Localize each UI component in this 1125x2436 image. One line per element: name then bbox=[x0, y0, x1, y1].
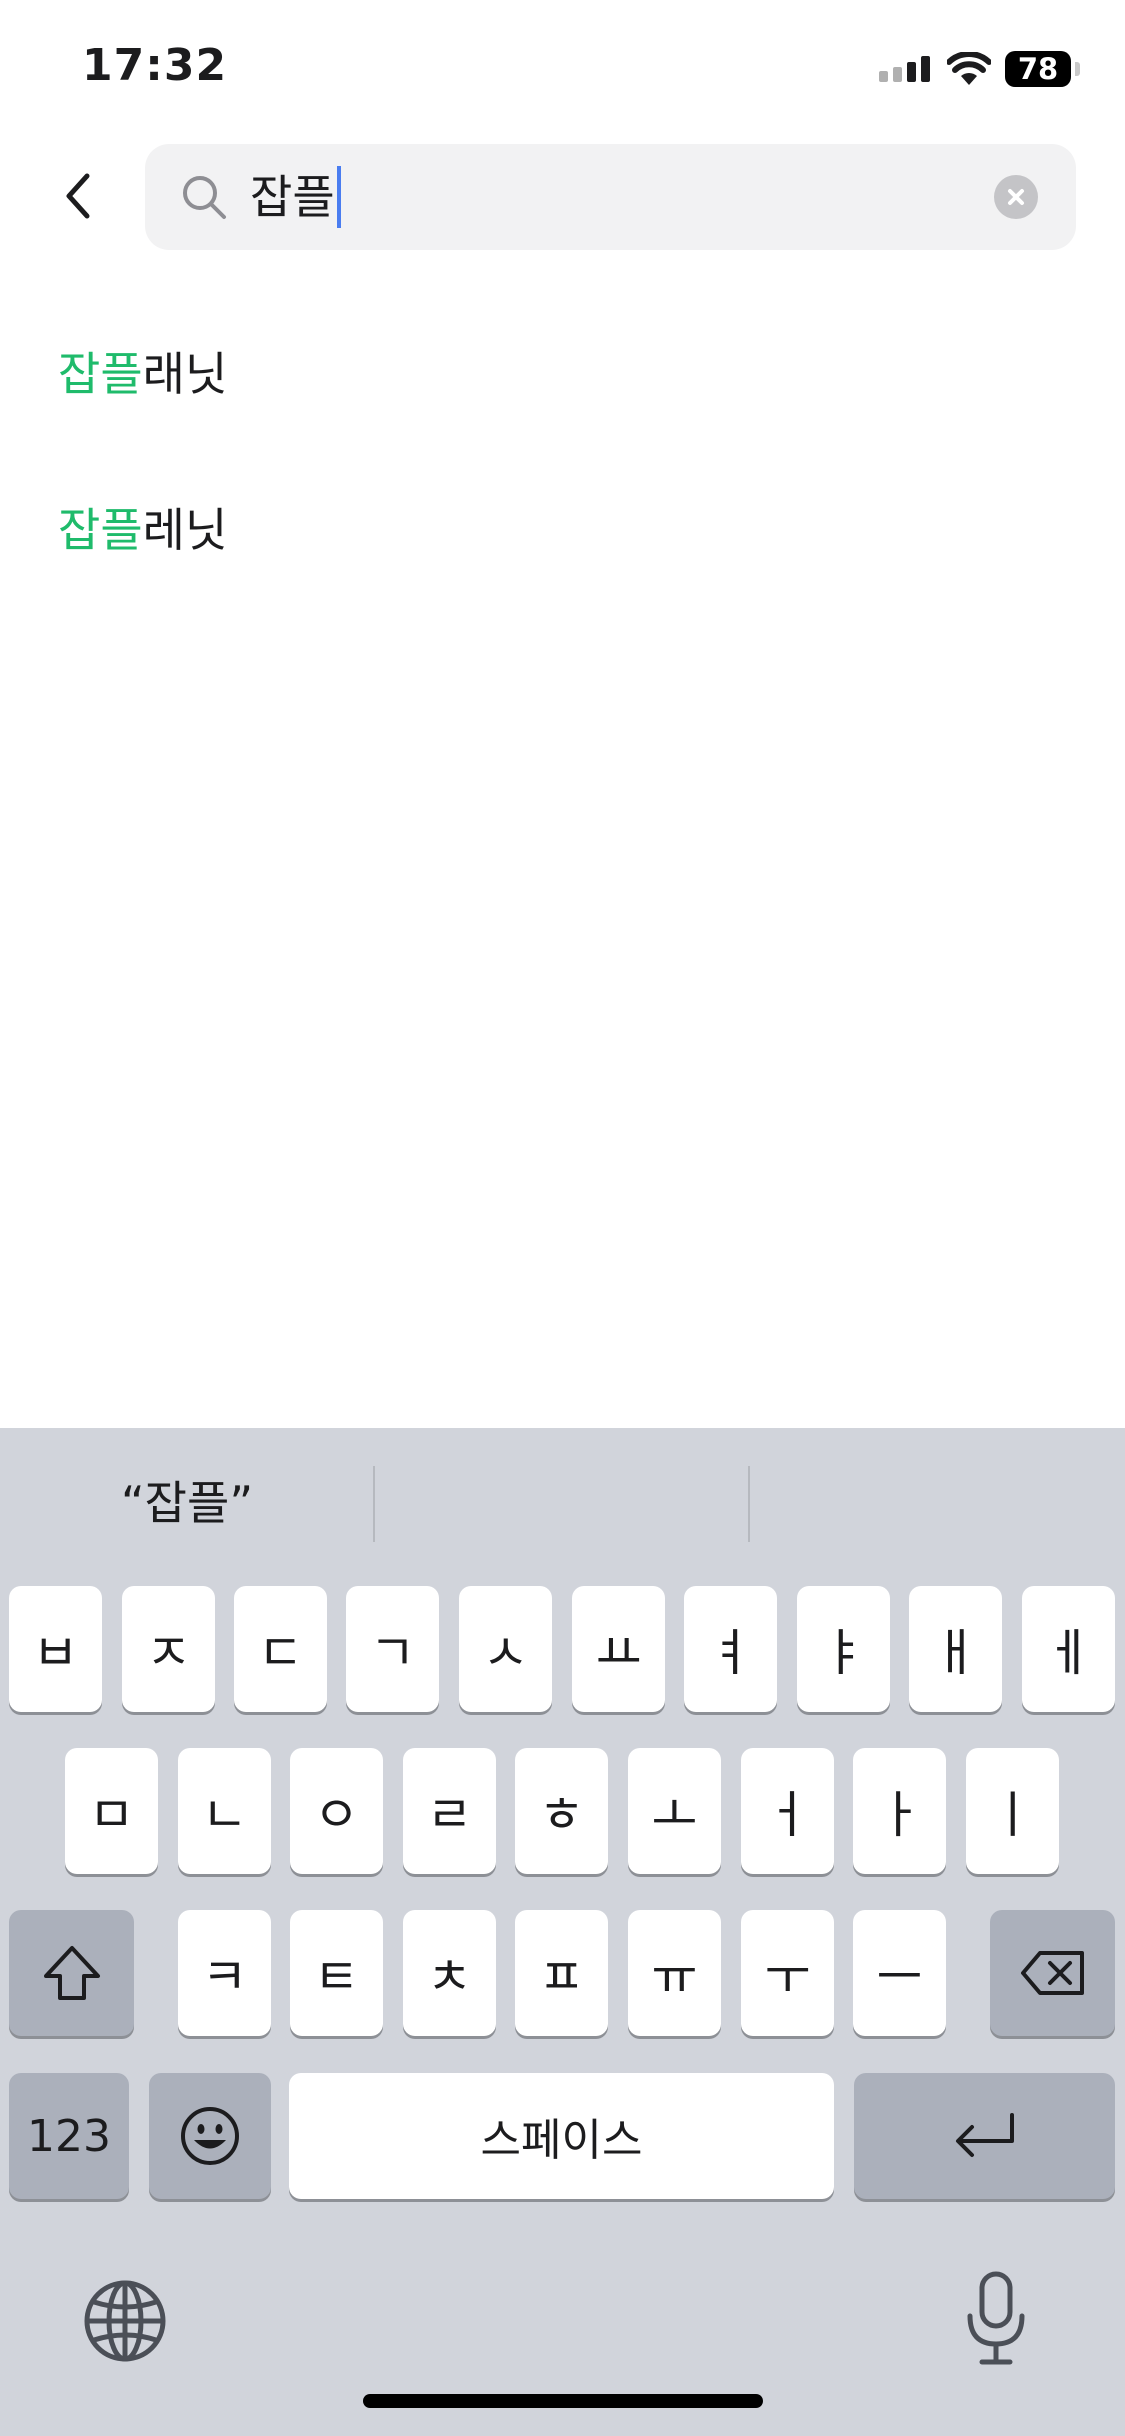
search-value: 잡플 bbox=[250, 170, 335, 224]
key[interactable]: ㄴ bbox=[178, 1748, 271, 1874]
wifi-icon bbox=[947, 52, 991, 85]
suggestion-highlight: 잡플 bbox=[58, 347, 143, 401]
emoji-icon bbox=[181, 2107, 239, 2165]
key[interactable]: ㅇ bbox=[290, 1748, 383, 1874]
globe-icon bbox=[84, 2280, 166, 2362]
signal-icon bbox=[879, 56, 930, 82]
key[interactable]: ㄷ bbox=[234, 1586, 327, 1712]
suggestion-rest: 래닛 bbox=[142, 347, 228, 401]
emoji-key[interactable] bbox=[149, 2073, 271, 2199]
search-input[interactable]: 잡플 bbox=[145, 144, 1076, 250]
return-icon bbox=[955, 2113, 1014, 2157]
battery-icon: 78 bbox=[1005, 51, 1080, 87]
home-indicator[interactable] bbox=[363, 2394, 763, 2408]
microphone-icon bbox=[967, 2271, 1025, 2365]
prediction-item[interactable]: “잡플” bbox=[0, 1428, 374, 1578]
key[interactable]: ㅠ bbox=[628, 1910, 721, 2036]
shift-key[interactable] bbox=[9, 1910, 134, 2036]
key[interactable]: ㅜ bbox=[741, 1910, 834, 2036]
prediction-item[interactable] bbox=[750, 1428, 1124, 1578]
key[interactable]: ㅗ bbox=[628, 1748, 721, 1874]
suggestion-item[interactable]: 잡플레닛 bbox=[58, 490, 227, 570]
clear-circle-icon bbox=[1008, 189, 1024, 205]
key[interactable]: ㅅ bbox=[459, 1586, 552, 1712]
suggestion-rest: 레닛 bbox=[142, 503, 228, 557]
key[interactable]: ㅛ bbox=[572, 1586, 665, 1712]
key[interactable]: ㅍ bbox=[515, 1910, 608, 2036]
status-time: 17:32 bbox=[82, 40, 228, 91]
return-key[interactable] bbox=[854, 2073, 1115, 2199]
key[interactable]: ㅓ bbox=[741, 1748, 834, 1874]
keyboard: “잡플” ㅂ ㅈ ㄷ ㄱ ㅅ ㅛ ㅕ ㅑ ㅐ ㅔ ㅁ ㄴ ㅇ ㄹ ㅎ ㅗ ㅓ ㅏ… bbox=[0, 1428, 1125, 2436]
key[interactable]: ㅔ bbox=[1022, 1586, 1115, 1712]
text-caret bbox=[336, 166, 341, 228]
numbers-key[interactable]: 123 bbox=[9, 2073, 129, 2199]
backspace-key[interactable] bbox=[990, 1910, 1115, 2036]
prediction-item[interactable] bbox=[375, 1428, 749, 1578]
backspace-icon bbox=[1020, 1951, 1084, 1995]
microphone-button[interactable] bbox=[966, 2270, 1026, 2366]
shift-icon bbox=[43, 1946, 100, 2000]
back-button[interactable] bbox=[50, 168, 106, 224]
suggestion-item[interactable]: 잡플래닛 bbox=[58, 334, 227, 414]
space-key[interactable]: 스페이스 bbox=[289, 2073, 834, 2199]
key[interactable]: ㅑ bbox=[797, 1586, 890, 1712]
suggestion-highlight: 잡플 bbox=[58, 503, 143, 557]
key[interactable]: ㅡ bbox=[853, 1910, 946, 2036]
key[interactable]: ㄱ bbox=[346, 1586, 439, 1712]
key[interactable]: ㅐ bbox=[909, 1586, 1002, 1712]
key[interactable]: ㄹ bbox=[403, 1748, 496, 1874]
key[interactable]: ㅌ bbox=[290, 1910, 383, 2036]
chevron-left-icon bbox=[66, 173, 90, 219]
key[interactable]: ㅊ bbox=[403, 1910, 496, 2036]
globe-button[interactable] bbox=[82, 2278, 168, 2364]
key[interactable]: ㅕ bbox=[684, 1586, 777, 1712]
key[interactable]: ㅎ bbox=[515, 1748, 608, 1874]
key[interactable]: ㅏ bbox=[853, 1748, 946, 1874]
key[interactable]: ㅈ bbox=[122, 1586, 215, 1712]
search-icon bbox=[183, 176, 226, 219]
clear-search-button[interactable] bbox=[994, 175, 1038, 219]
key[interactable]: ㅂ bbox=[9, 1586, 102, 1712]
key[interactable]: ㅁ bbox=[65, 1748, 158, 1874]
battery-level: 78 bbox=[1005, 51, 1071, 87]
key[interactable]: ㅋ bbox=[178, 1910, 271, 2036]
key[interactable]: ㅣ bbox=[966, 1748, 1059, 1874]
prediction-bar: “잡플” bbox=[0, 1428, 1125, 1578]
